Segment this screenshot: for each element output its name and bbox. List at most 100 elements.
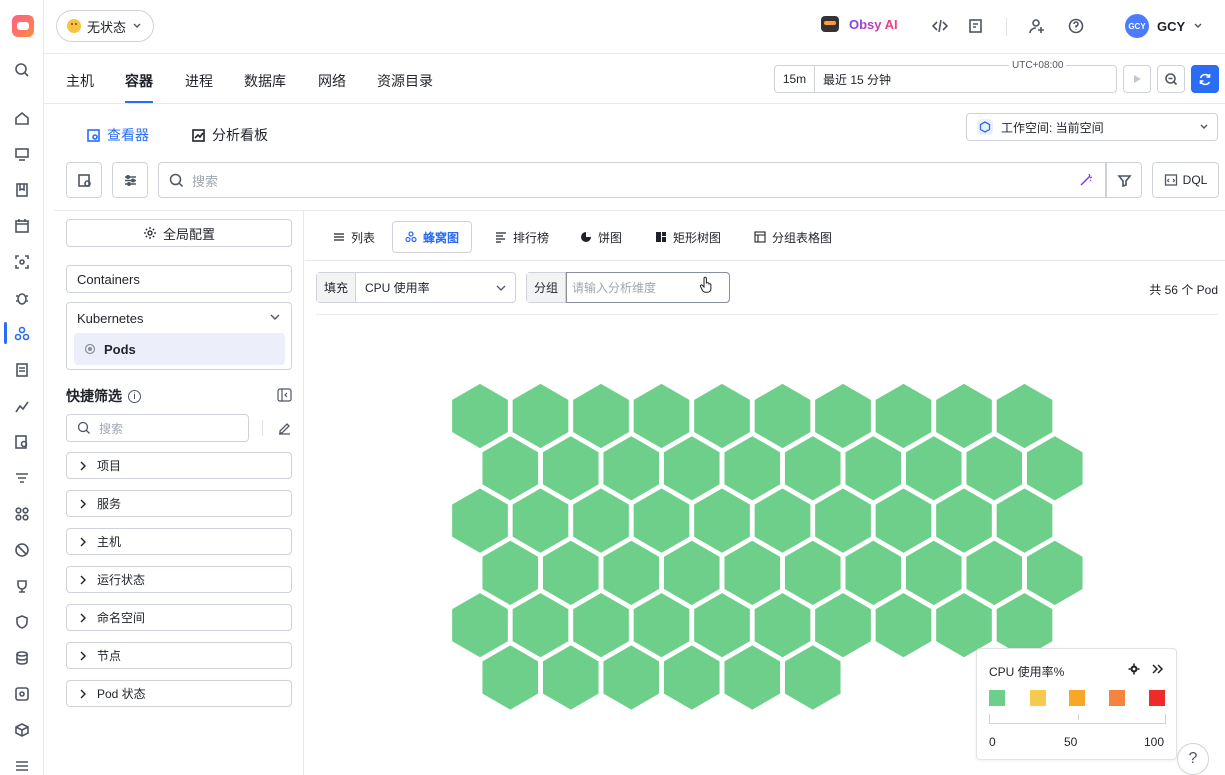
pod-hexagon[interactable] (874, 382, 933, 450)
disk-icon[interactable] (13, 685, 31, 703)
filter-project[interactable]: 项目 (66, 452, 292, 479)
pod-hexagon[interactable] (450, 591, 510, 659)
pod-hexagon[interactable] (480, 643, 540, 712)
pod-hexagon[interactable] (632, 382, 691, 450)
pod-hexagon[interactable] (601, 643, 661, 712)
edit-icon[interactable] (277, 421, 292, 436)
disabled-icon[interactable] (13, 541, 31, 559)
pod-hexagon[interactable] (571, 486, 631, 555)
saved-snapshot-button[interactable] (66, 162, 102, 198)
tab-database[interactable]: 数据库 (244, 71, 286, 91)
pod-hexagon[interactable] (722, 643, 782, 712)
add-user-icon[interactable] (1028, 17, 1046, 35)
search-doc-icon[interactable] (13, 433, 31, 451)
cube-icon[interactable] (13, 721, 31, 739)
tab-network[interactable]: 网络 (318, 71, 346, 91)
trophy-icon[interactable] (13, 577, 31, 595)
pod-hexagon[interactable] (662, 539, 722, 607)
ai-wand-icon[interactable] (1079, 173, 1093, 187)
help-button[interactable]: ? (1177, 743, 1209, 775)
pod-hexagon[interactable] (783, 434, 843, 503)
avatar[interactable]: GCY (1125, 14, 1149, 38)
containers-item[interactable]: Containers (66, 265, 292, 293)
fill-selector[interactable]: 填充 CPU 使用率 (316, 272, 516, 303)
pod-hexagon[interactable] (783, 643, 843, 712)
pod-hexagon[interactable] (813, 382, 873, 450)
pod-hexagon[interactable] (692, 382, 752, 450)
filter-pod-status[interactable]: Pod 状态 (66, 680, 292, 707)
tab-grouped-table[interactable]: 分组表格图 (742, 221, 844, 253)
pod-hexagon[interactable] (450, 382, 510, 450)
pod-hexagon[interactable] (753, 486, 812, 555)
tab-honeycomb[interactable]: 蜂窝图 (392, 221, 473, 253)
pod-hexagon[interactable] (511, 591, 570, 659)
dql-button[interactable]: DQL (1152, 162, 1219, 198)
pod-hexagon[interactable] (934, 382, 994, 450)
search-icon[interactable] (13, 61, 31, 79)
book-icon[interactable] (13, 181, 31, 199)
pod-hexagon[interactable] (843, 539, 903, 607)
pod-hexagon[interactable] (541, 643, 601, 712)
pod-hexagon[interactable] (904, 434, 964, 503)
metrics-icon[interactable] (13, 397, 31, 415)
settings-button[interactable] (112, 162, 148, 198)
pod-hexagon[interactable] (964, 434, 1024, 503)
obsy-ai-button[interactable]: Obsy AI (821, 16, 898, 32)
tab-process[interactable]: 进程 (185, 71, 213, 91)
pod-hexagon[interactable] (692, 591, 752, 659)
pod-hexagon[interactable] (450, 486, 510, 555)
quick-filter-search-input[interactable]: 搜索 (66, 414, 249, 442)
workspace-selector[interactable]: 工作空间: 当前空间 (966, 113, 1218, 141)
kubernetes-label[interactable]: Kubernetes (77, 311, 144, 326)
refresh-button[interactable] (1191, 65, 1219, 93)
dashboard-tab[interactable]: 分析看板 (191, 125, 268, 145)
menu-icon[interactable] (13, 757, 31, 775)
list-filter-icon[interactable] (13, 469, 31, 487)
code-icon[interactable] (931, 17, 949, 35)
pod-hexagon[interactable] (904, 539, 964, 607)
collapse-legend-icon[interactable] (1151, 663, 1165, 675)
pod-hexagon[interactable] (813, 591, 873, 659)
pod-hexagon[interactable] (995, 382, 1054, 450)
play-button[interactable] (1123, 65, 1151, 93)
pod-hexagon[interactable] (1025, 434, 1085, 503)
pod-hexagon[interactable] (632, 591, 691, 659)
pods-item[interactable]: Pods (74, 333, 285, 365)
pod-hexagon[interactable] (662, 434, 722, 503)
chevron-down-icon[interactable] (269, 311, 281, 323)
info-icon[interactable]: i (128, 389, 141, 403)
home-icon[interactable] (13, 109, 31, 127)
tab-list[interactable]: 列表 (321, 221, 387, 253)
filter-namespace[interactable]: 命名空间 (66, 604, 292, 631)
tab-container[interactable]: 容器 (125, 71, 153, 103)
pod-hexagon[interactable] (601, 434, 661, 503)
pod-hexagon[interactable] (511, 486, 570, 555)
pod-hexagon[interactable] (571, 382, 631, 450)
scan-icon[interactable] (13, 253, 31, 271)
filter-host[interactable]: 主机 (66, 528, 292, 555)
pod-hexagon[interactable] (632, 486, 691, 555)
pod-hexagon[interactable] (722, 434, 782, 503)
zoom-out-button[interactable] (1157, 65, 1185, 93)
pod-hexagon[interactable] (722, 539, 782, 607)
log-icon[interactable] (13, 361, 31, 379)
pod-hexagon[interactable] (874, 486, 933, 555)
search-input[interactable]: 搜索 (158, 162, 1106, 198)
help-icon[interactable] (1067, 17, 1085, 35)
bug-icon[interactable] (13, 289, 31, 307)
gear-icon[interactable] (1128, 663, 1140, 675)
pod-hexagon[interactable] (541, 539, 601, 607)
status-selector[interactable]: 无状态 (56, 10, 154, 42)
shield-icon[interactable] (13, 613, 31, 631)
pod-hexagon[interactable] (1025, 539, 1085, 607)
infrastructure-icon[interactable] (13, 325, 31, 343)
pod-hexagon[interactable] (511, 382, 570, 450)
global-config-button[interactable]: 全局配置 (66, 219, 292, 247)
collapse-panel-icon[interactable] (277, 388, 292, 402)
monitor-icon[interactable] (13, 145, 31, 163)
pod-hexagon[interactable] (480, 539, 540, 607)
pod-hexagon[interactable] (964, 539, 1024, 607)
tab-ranking[interactable]: 排行榜 (483, 221, 561, 253)
calendar-icon[interactable] (13, 217, 31, 235)
pod-hexagon[interactable] (753, 382, 812, 450)
